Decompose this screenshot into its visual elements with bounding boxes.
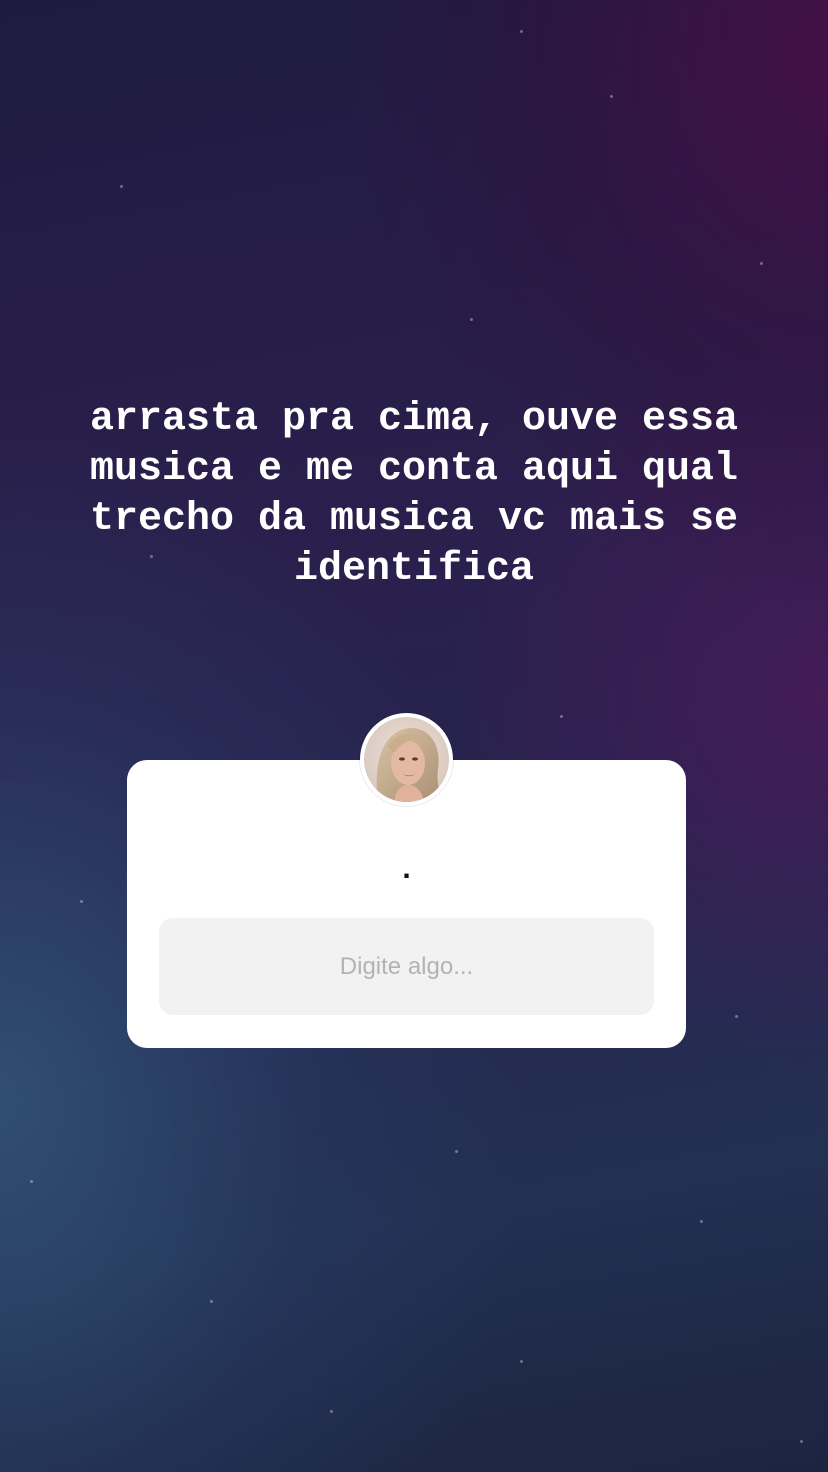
background-speck bbox=[560, 715, 563, 718]
background-speck bbox=[520, 30, 523, 33]
background-speck bbox=[735, 1015, 738, 1018]
background-speck bbox=[80, 900, 83, 903]
background-speck bbox=[120, 185, 123, 188]
background-speck bbox=[455, 1150, 458, 1153]
background-speck bbox=[760, 262, 763, 265]
background-speck bbox=[700, 1220, 703, 1223]
background-speck bbox=[520, 1360, 523, 1363]
background-speck bbox=[30, 1180, 33, 1183]
avatar bbox=[360, 713, 453, 806]
background-speck bbox=[210, 1300, 213, 1303]
question-prompt: . bbox=[402, 852, 411, 885]
background-speck bbox=[330, 1410, 333, 1413]
profile-avatar-icon bbox=[364, 717, 449, 802]
answer-input[interactable] bbox=[159, 918, 654, 1015]
story-caption: arrasta pra cima, ouve essa musica e me … bbox=[89, 397, 739, 592]
background-speck bbox=[800, 1440, 803, 1443]
background-speck bbox=[610, 95, 613, 98]
background-speck bbox=[470, 318, 473, 321]
